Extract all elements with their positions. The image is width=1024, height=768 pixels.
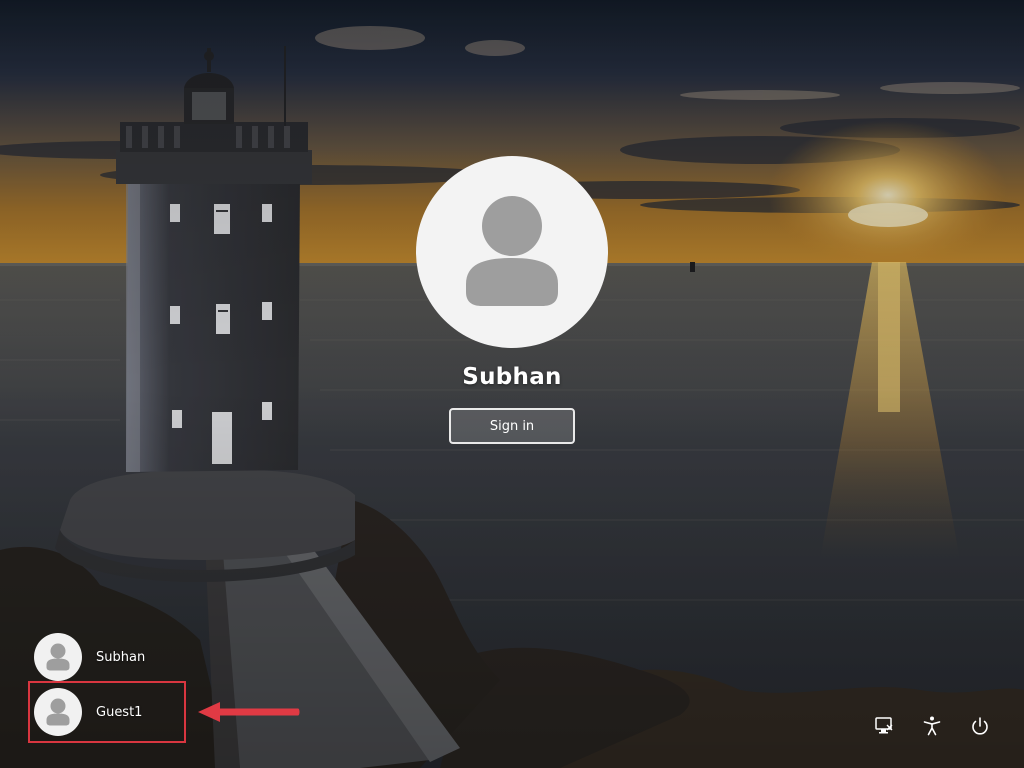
user-entry-guest1[interactable]: Guest1 xyxy=(28,681,186,743)
lock-screen: Subhan Sign in Subhan Guest1 xyxy=(0,0,1024,768)
user-icon xyxy=(46,698,70,726)
user-avatar-small xyxy=(34,688,82,736)
sign-in-button[interactable]: Sign in xyxy=(449,408,575,444)
annotation-arrow-icon xyxy=(196,700,302,724)
user-entry-label: Subhan xyxy=(96,649,146,665)
accessibility-icon[interactable] xyxy=(918,712,946,740)
user-avatar-large xyxy=(416,156,608,348)
user-avatar-small xyxy=(34,633,82,681)
power-icon[interactable] xyxy=(966,712,994,740)
user-entry-subhan[interactable]: Subhan xyxy=(28,629,186,685)
user-icon xyxy=(466,196,558,306)
user-icon xyxy=(46,643,70,671)
network-icon[interactable] xyxy=(870,712,898,740)
user-entry-label: Guest1 xyxy=(96,704,143,720)
selected-user-name: Subhan xyxy=(462,364,562,390)
